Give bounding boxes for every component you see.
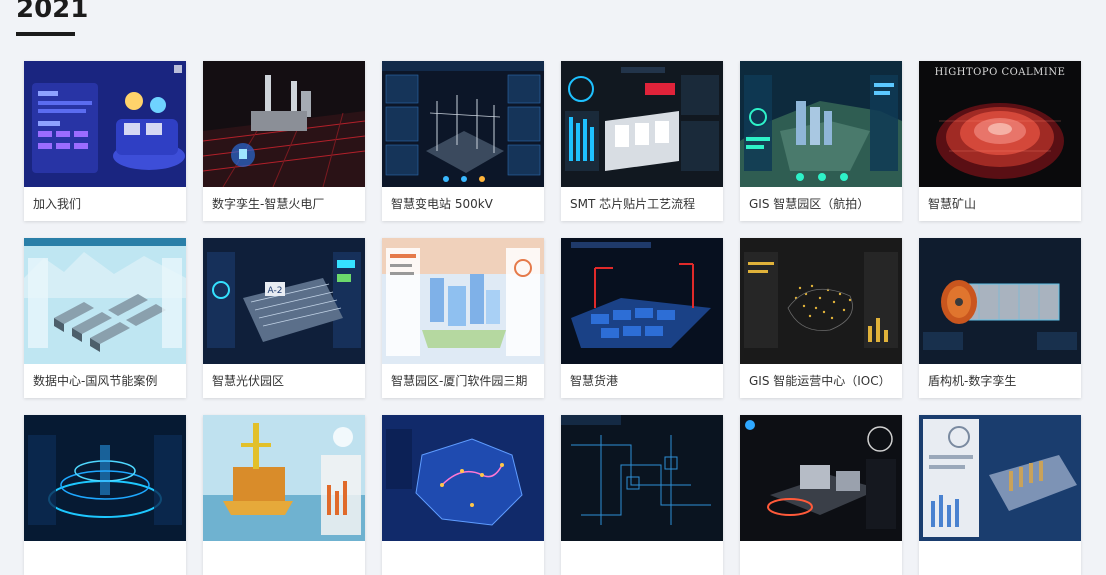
showcase-card[interactable]: HIGHTOPO COALMINE 智慧矿山	[919, 61, 1081, 221]
card-title: 加入我们	[33, 197, 82, 211]
showcase-grid: 加入我们 数字孪生-智慧火电厂 智慧变电站 500kV SMT 芯片贴片工艺流程…	[24, 61, 1081, 575]
card-title: 智慧园区-厦门软件园三期	[391, 374, 528, 388]
showcase-card[interactable]: 数据中心-国风节能案例	[24, 238, 186, 398]
showcase-card[interactable]: 智慧园区-厦门软件园三期	[382, 238, 544, 398]
showcase-card[interactable]: A-2 智慧光伏园区	[203, 238, 365, 398]
card-thumbnail	[740, 61, 902, 187]
card-title: GIS 智慧园区（航拍）	[749, 197, 870, 211]
card-title: 智慧光伏园区	[212, 374, 285, 388]
card-thumbnail	[740, 238, 902, 364]
card-thumbnail	[203, 415, 365, 541]
card-title	[24, 541, 186, 575]
card-thumbnail	[24, 61, 186, 187]
card-thumbnail	[24, 415, 186, 541]
showcase-card[interactable]: 智慧货港	[561, 238, 723, 398]
showcase-card[interactable]: GIS 智慧园区（航拍）	[740, 61, 902, 221]
showcase-card[interactable]	[561, 415, 723, 575]
card-thumbnail	[382, 238, 544, 364]
card-thumbnail: HIGHTOPO COALMINE	[919, 61, 1081, 187]
showcase-card[interactable]	[919, 415, 1081, 575]
card-thumbnail	[24, 238, 186, 364]
showcase-card[interactable]: 加入我们	[24, 61, 186, 221]
card-title: 智慧变电站 500kV	[391, 197, 493, 211]
card-thumbnail	[382, 415, 544, 541]
showcase-card[interactable]: 智慧变电站 500kV	[382, 61, 544, 221]
card-title: 盾构机-数字孪生	[928, 374, 1017, 388]
card-title: 智慧货港	[570, 374, 619, 388]
showcase-card[interactable]	[24, 415, 186, 575]
showcase-card[interactable]	[382, 415, 544, 575]
showcase-card[interactable]: SMT 芯片贴片工艺流程	[561, 61, 723, 221]
card-title	[561, 541, 723, 575]
card-thumbnail	[919, 415, 1081, 541]
card-title	[203, 541, 365, 575]
showcase-card[interactable]: 盾构机-数字孪生	[919, 238, 1081, 398]
showcase-card[interactable]: GIS 智能运营中心（IOC）	[740, 238, 902, 398]
card-thumbnail	[740, 415, 902, 541]
card-thumbnail: A-2	[203, 238, 365, 364]
card-title: 数字孪生-智慧火电厂	[212, 197, 325, 211]
svg-text:A-2: A-2	[268, 286, 283, 296]
card-title: SMT 芯片贴片工艺流程	[570, 197, 696, 211]
year-underline	[16, 32, 75, 36]
section-year-heading: 2021	[16, 0, 89, 24]
card-title	[740, 541, 902, 575]
card-thumbnail	[561, 61, 723, 187]
showcase-card[interactable]	[740, 415, 902, 575]
showcase-card[interactable]: 数字孪生-智慧火电厂	[203, 61, 365, 221]
card-thumbnail	[561, 415, 723, 541]
card-title: GIS 智能运营中心（IOC）	[749, 374, 891, 388]
card-thumbnail	[919, 238, 1081, 364]
card-thumbnail	[382, 61, 544, 187]
thumb-watermark-text: HIGHTOPO COALMINE	[935, 67, 1066, 78]
card-title	[919, 541, 1081, 575]
card-title	[382, 541, 544, 575]
card-thumbnail	[203, 61, 365, 187]
card-thumbnail	[561, 238, 723, 364]
card-title: 智慧矿山	[928, 197, 977, 211]
card-title: 数据中心-国风节能案例	[33, 374, 158, 388]
showcase-card[interactable]	[203, 415, 365, 575]
